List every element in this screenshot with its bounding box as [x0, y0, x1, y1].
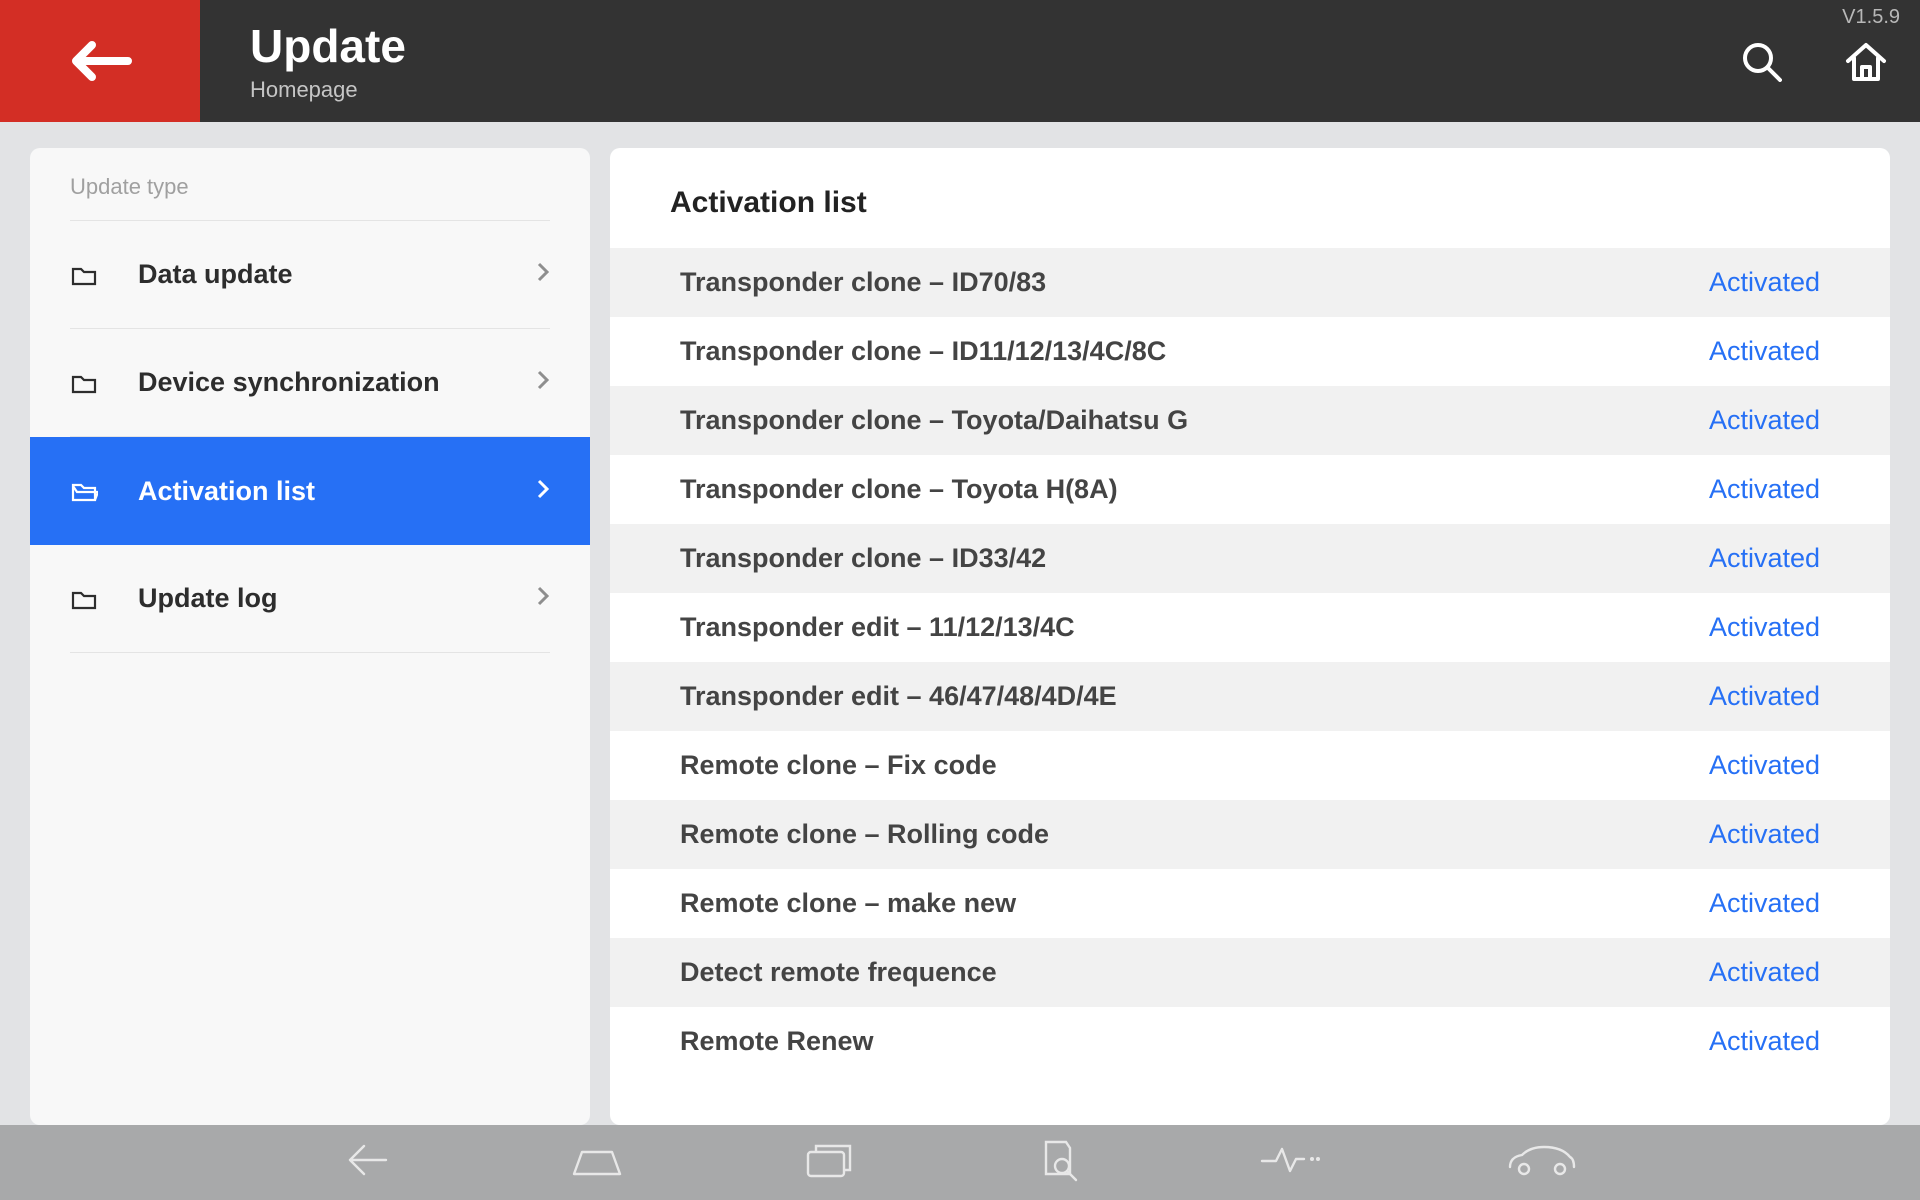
main-panel: Activation list Transponder clone – ID70…	[610, 148, 1890, 1125]
list-row[interactable]: Remote clone – make newActivated	[610, 869, 1890, 938]
header-actions	[1740, 0, 1890, 122]
folder-icon	[70, 478, 102, 504]
back-button[interactable]	[0, 0, 200, 122]
row-label: Remote clone – Rolling code	[680, 819, 1709, 850]
activation-list: Transponder clone – ID70/83ActivatedTran…	[610, 248, 1890, 1076]
folder-icon	[70, 262, 102, 288]
row-label: Transponder clone – ID11/12/13/4C/8C	[680, 336, 1709, 367]
list-row[interactable]: Transponder clone – ID33/42Activated	[610, 524, 1890, 593]
nav-vehicle-button[interactable]	[1504, 1143, 1576, 1182]
nav-home-icon	[570, 1142, 624, 1178]
list-row[interactable]: Transponder clone – ID11/12/13/4C/8CActi…	[610, 317, 1890, 386]
row-status: Activated	[1709, 543, 1820, 574]
row-status: Activated	[1709, 1026, 1820, 1057]
row-status: Activated	[1709, 405, 1820, 436]
nav-activity-icon	[1260, 1145, 1324, 1175]
chevron-right-icon	[536, 585, 550, 612]
row-label: Remote clone – Fix code	[680, 750, 1709, 781]
row-status: Activated	[1709, 750, 1820, 781]
row-label: Detect remote frequence	[680, 957, 1709, 988]
nav-home-button[interactable]	[570, 1142, 624, 1183]
sidebar-item-label: Data update	[138, 259, 536, 290]
content-area: Update type Data update Device synchroniz…	[0, 122, 1920, 1125]
sidebar-item-activation-list[interactable]: Activation list	[30, 437, 590, 545]
nav-back-button[interactable]	[344, 1142, 390, 1183]
chevron-right-icon	[536, 478, 550, 505]
list-row[interactable]: Remote clone – Rolling codeActivated	[610, 800, 1890, 869]
row-status: Activated	[1709, 819, 1820, 850]
nav-doc-search-icon	[1036, 1138, 1080, 1182]
sidebar-item-data-update[interactable]: Data update	[30, 221, 590, 329]
search-button[interactable]	[1740, 40, 1782, 82]
folder-icon	[70, 370, 102, 396]
folder-icon	[70, 586, 102, 612]
row-label: Transponder edit – 11/12/13/4C	[680, 612, 1709, 643]
sidebar-item-label: Update log	[138, 583, 536, 614]
row-label: Transponder clone – ID33/42	[680, 543, 1709, 574]
row-label: Remote Renew	[680, 1026, 1709, 1057]
sidebar-item-label: Device synchronization	[138, 367, 536, 398]
nav-recent-button[interactable]	[804, 1140, 856, 1185]
nav-search-button[interactable]	[1036, 1138, 1080, 1187]
row-label: Transponder clone – ID70/83	[680, 267, 1709, 298]
search-icon	[1740, 40, 1782, 82]
list-row[interactable]: Transponder edit – 46/47/48/4D/4EActivat…	[610, 662, 1890, 731]
row-status: Activated	[1709, 267, 1820, 298]
list-row[interactable]: Transponder clone – Toyota/Daihatsu GAct…	[610, 386, 1890, 455]
home-button[interactable]	[1842, 39, 1890, 83]
sidebar-header: Update type	[70, 174, 550, 221]
row-status: Activated	[1709, 957, 1820, 988]
row-status: Activated	[1709, 336, 1820, 367]
nav-car-icon	[1504, 1143, 1576, 1177]
home-icon	[1842, 39, 1890, 83]
list-row[interactable]: Transponder clone – ID70/83Activated	[610, 248, 1890, 317]
list-row[interactable]: Detect remote frequenceActivated	[610, 938, 1890, 1007]
list-row[interactable]: Remote RenewActivated	[610, 1007, 1890, 1076]
list-row[interactable]: Transponder edit – 11/12/13/4CActivated	[610, 593, 1890, 662]
list-row[interactable]: Remote clone – Fix codeActivated	[610, 731, 1890, 800]
chevron-right-icon	[536, 261, 550, 288]
nav-recent-icon	[804, 1140, 856, 1180]
header-titles: Update Homepage	[250, 19, 406, 103]
main-title: Activation list	[610, 186, 1890, 248]
row-label: Transponder clone – Toyota/Daihatsu G	[680, 405, 1709, 436]
sidebar: Update type Data update Device synchroniz…	[30, 148, 590, 1125]
page-title: Update	[250, 19, 406, 73]
row-label: Remote clone – make new	[680, 888, 1709, 919]
sidebar-item-label: Activation list	[138, 476, 536, 507]
row-label: Transponder edit – 46/47/48/4D/4E	[680, 681, 1709, 712]
sidebar-item-device-synchronization[interactable]: Device synchronization	[30, 329, 590, 437]
row-status: Activated	[1709, 888, 1820, 919]
nav-back-icon	[344, 1142, 390, 1178]
sidebar-item-update-log[interactable]: Update log	[30, 545, 590, 653]
row-status: Activated	[1709, 612, 1820, 643]
row-label: Transponder clone – Toyota H(8A)	[680, 474, 1709, 505]
arrow-left-icon	[68, 39, 132, 83]
nav-activity-button[interactable]	[1260, 1145, 1324, 1180]
row-status: Activated	[1709, 474, 1820, 505]
app-header: Update Homepage V1.5.9	[0, 0, 1920, 122]
row-status: Activated	[1709, 681, 1820, 712]
list-row[interactable]: Transponder clone – Toyota H(8A)Activate…	[610, 455, 1890, 524]
chevron-right-icon	[536, 369, 550, 396]
system-nav-bar	[0, 1125, 1920, 1200]
page-subtitle: Homepage	[250, 77, 406, 103]
